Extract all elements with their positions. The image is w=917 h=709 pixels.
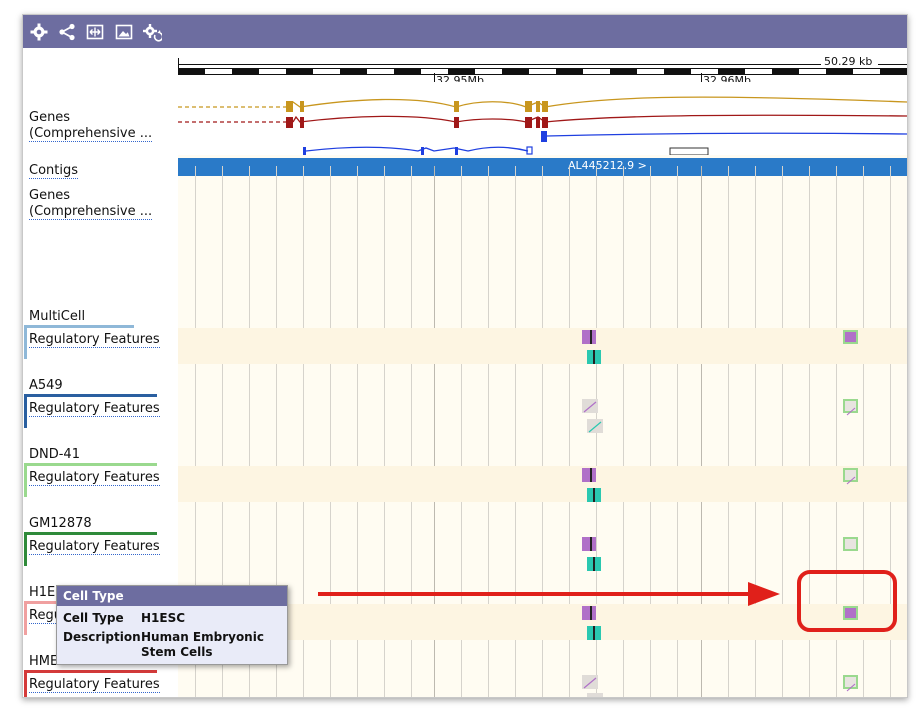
tooltip-description-label: Description <box>63 630 141 644</box>
tooltip-cell-type-value: H1ESC <box>141 611 186 625</box>
cell-type-tooltip: Cell Type Cell Type H1ESC Description Hu… <box>56 585 288 665</box>
annotation-arrowhead <box>748 582 780 606</box>
tooltip-cell-type-label: Cell Type <box>63 611 124 625</box>
tooltip-description-line1: Human Embryonic <box>141 630 264 644</box>
annotation-highlight-box <box>797 570 897 632</box>
tooltip-description-line2: Stem Cells <box>141 645 213 659</box>
tooltip-title: Cell Type <box>57 586 287 606</box>
